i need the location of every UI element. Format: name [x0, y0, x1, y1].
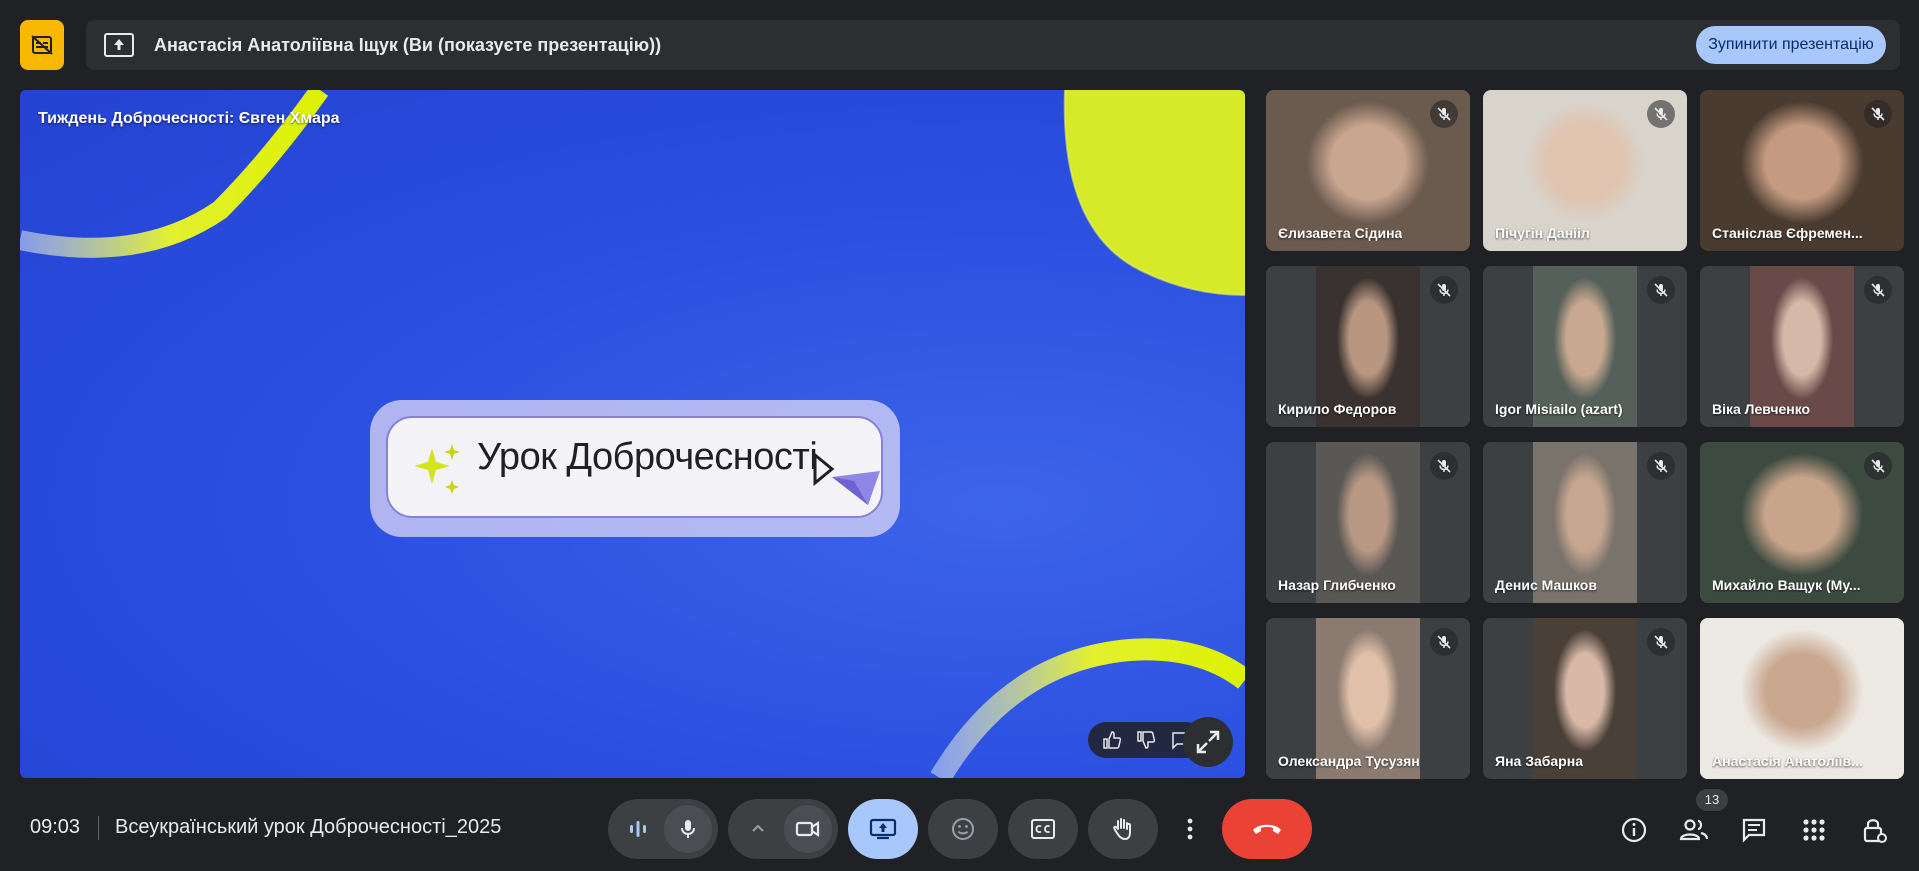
camera-button[interactable]	[784, 805, 832, 853]
apps-icon	[1803, 819, 1825, 841]
mic-off-icon	[1647, 452, 1675, 480]
mic-off-icon	[1430, 452, 1458, 480]
captions-button[interactable]	[1008, 799, 1078, 859]
present-now-button[interactable]	[848, 799, 918, 859]
mic-off-icon	[1647, 628, 1675, 656]
people-count-badge: 13	[1696, 789, 1728, 811]
meeting-clock: 09:03	[30, 816, 81, 838]
participant-tile[interactable]: Назар Глибченко	[1266, 442, 1470, 603]
reactions-button[interactable]	[928, 799, 998, 859]
participant-name: Денис Машков	[1495, 577, 1597, 593]
participant-name: Єлизавета Сідина	[1278, 225, 1403, 241]
camera-icon	[795, 820, 820, 838]
participant-name: Михайло Ващук (Му...	[1712, 577, 1861, 593]
no-captions-icon	[31, 35, 53, 55]
participant-tile[interactable]: Денис Машков	[1483, 442, 1687, 603]
chevron-up-icon	[752, 824, 764, 832]
participant-name: Станіслав Єфремен...	[1712, 225, 1863, 241]
mic-off-icon	[1647, 100, 1675, 128]
participant-tile[interactable]: Кирило Федоров	[1266, 266, 1470, 427]
raise-hand-button[interactable]	[1088, 799, 1158, 859]
participant-tile[interactable]: Михайло Ващук (Му...	[1700, 442, 1904, 603]
stop-presenting-button[interactable]: Зупинити презентацію	[1696, 26, 1886, 64]
participant-tile[interactable]: Igor Misiailo (azart)	[1483, 266, 1687, 427]
mic-off-icon	[1430, 276, 1458, 304]
emoji-icon	[952, 818, 974, 840]
mic-off-icon	[1647, 276, 1675, 304]
more-vert-icon	[1187, 818, 1193, 840]
mic-off-icon	[1864, 276, 1892, 304]
captions-icon	[1031, 819, 1055, 839]
meeting-title: Всеукраїнський урок Доброчесності_2025	[115, 816, 502, 838]
expand-icon	[1196, 730, 1220, 754]
participant-name: Олександра Тусузян	[1278, 753, 1420, 769]
participant-name: Анастасія Анатоліїв...	[1712, 753, 1863, 769]
cursor-icon	[813, 451, 880, 505]
participant-tile[interactable]: Олександра Тусузян	[1266, 618, 1470, 779]
presenting-status-text: Анастасія Анатоліївна Іщук (Ви (показуєт…	[154, 35, 662, 55]
present-screen-icon	[869, 818, 897, 840]
mic-off-icon	[1864, 100, 1892, 128]
shared-presentation: Тиждень Доброчесності: Євген Хмара Урок …	[20, 90, 1245, 778]
mic-icon	[681, 820, 695, 838]
mic-off-icon	[1430, 628, 1458, 656]
microphone-button[interactable]	[664, 805, 712, 853]
audio-control-group	[608, 799, 718, 859]
video-options-button[interactable]	[734, 805, 782, 853]
chat-button[interactable]	[1736, 812, 1772, 848]
participant-name: Віка Левченко	[1712, 401, 1811, 417]
mic-off-icon	[1864, 452, 1892, 480]
meeting-details-button[interactable]	[1616, 812, 1652, 848]
host-controls-button[interactable]	[1856, 812, 1892, 848]
mic-off-icon	[1430, 100, 1458, 128]
chat-icon	[1742, 818, 1766, 843]
present-icon	[104, 33, 134, 57]
participant-name: Пічугін Данііл	[1495, 225, 1590, 241]
slide-title: Урок Доброчесності	[477, 436, 818, 478]
presenting-banner: Анастасія Анатоліївна Іщук (Ви (показуєт…	[86, 20, 1900, 70]
fullscreen-button[interactable]	[1183, 717, 1233, 767]
no-captions-toggle-button[interactable]	[20, 20, 64, 70]
leave-call-button[interactable]	[1222, 799, 1312, 859]
participant-tile[interactable]: Анастасія Анатоліїв...	[1700, 618, 1904, 779]
sparkle-icon	[414, 444, 460, 494]
more-options-button[interactable]	[1168, 799, 1212, 859]
participant-tile[interactable]: Єлизавета Сідина	[1266, 90, 1470, 251]
activities-button[interactable]	[1796, 812, 1832, 848]
info-icon	[1621, 817, 1647, 843]
audio-level-icon	[630, 821, 646, 837]
participant-name: Яна Забарна	[1495, 753, 1583, 769]
people-button[interactable]	[1676, 812, 1712, 848]
participant-name: Кирило Федоров	[1278, 401, 1397, 417]
thumbs-up-icon[interactable]	[1098, 726, 1126, 754]
participant-tile[interactable]: Віка Левченко	[1700, 266, 1904, 427]
participant-tile[interactable]: Пічугін Данііл	[1483, 90, 1687, 251]
thumbs-down-icon[interactable]	[1132, 726, 1160, 754]
end-call-icon	[1253, 824, 1281, 834]
video-control-group	[728, 799, 838, 859]
raise-hand-icon	[1113, 818, 1131, 841]
audio-settings-button[interactable]	[614, 805, 662, 853]
participant-name: Назар Глибченко	[1278, 577, 1396, 593]
people-icon	[1679, 819, 1709, 841]
participant-tile[interactable]: Станіслав Єфремен...	[1700, 90, 1904, 251]
divider	[98, 816, 99, 840]
participant-tile[interactable]: Яна Забарна	[1483, 618, 1687, 779]
participant-name: Igor Misiailo (azart)	[1495, 401, 1623, 417]
presenter-label: Тиждень Доброчесності: Євген Хмара	[38, 110, 340, 127]
host-controls-icon	[1863, 819, 1887, 843]
